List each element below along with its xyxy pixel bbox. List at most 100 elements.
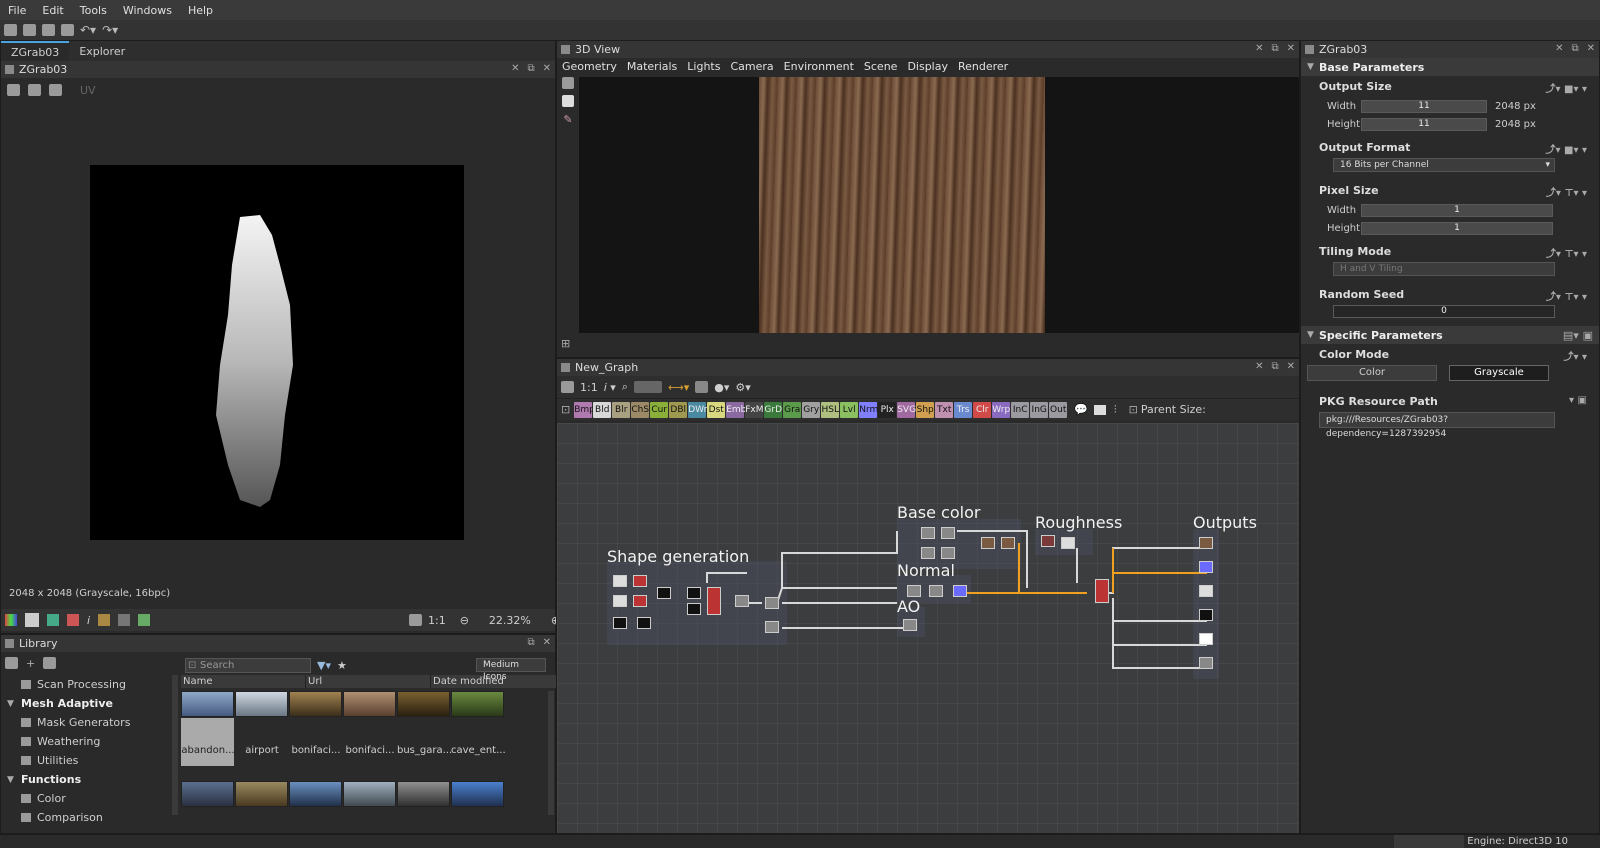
node-chip-bmp[interactable]: Bmp [574, 401, 595, 418]
thumbnail-label[interactable]: abandon... [181, 745, 235, 756]
add-icon[interactable]: + [26, 657, 35, 670]
graph-canvas[interactable]: Shape generation Base color Normal AO Ro… [557, 423, 1299, 833]
output-format-select[interactable]: 16 Bits per Channel ▾ [1333, 158, 1555, 172]
histogram-icon[interactable] [98, 614, 111, 626]
folder-icon[interactable] [5, 657, 18, 669]
document-icon[interactable] [43, 657, 57, 669]
thumbnail[interactable] [181, 781, 234, 807]
node-chip-emb[interactable]: Emb [726, 401, 746, 418]
pin-icon[interactable]: ✕ [1255, 43, 1263, 54]
link-menu-icon[interactable]: ⤴▾ ■▾ ▾ [1546, 80, 1587, 95]
grid-icon[interactable] [118, 614, 131, 626]
tree-cat-functions[interactable]: ▼ Functions [1, 770, 175, 789]
frame-icon[interactable] [633, 381, 662, 393]
preset-icon[interactable]: ▤▾ ▣ [1563, 329, 1593, 342]
settings-icon[interactable] [23, 24, 36, 36]
camera-icon[interactable] [49, 84, 62, 96]
menu-windows[interactable]: Windows [115, 4, 180, 17]
graph-zoom-ratio[interactable]: 1:1 [580, 381, 598, 394]
close-icon[interactable]: ✕ [543, 637, 551, 648]
close-icon[interactable]: ✕ [1287, 43, 1295, 54]
random-seed-slider[interactable]: 0 [1333, 305, 1555, 318]
tree-item-comparison[interactable]: Comparison [1, 808, 175, 827]
graph-node[interactable] [765, 597, 779, 609]
graph-node[interactable] [903, 619, 917, 631]
node-chip-hsl[interactable]: HSL [821, 401, 840, 418]
graph-node[interactable] [921, 527, 935, 539]
view-mode-select[interactable]: Medium Icons [476, 658, 546, 682]
thumbnail[interactable] [397, 781, 450, 807]
info-icon[interactable]: i ▾ [604, 381, 616, 394]
hand-icon[interactable] [562, 77, 574, 89]
star-icon[interactable]: ★ [337, 659, 347, 672]
link-icon[interactable]: ⊡ [561, 403, 570, 416]
menu-scene[interactable]: Scene [859, 60, 903, 73]
close-icon[interactable]: ✕ [1287, 361, 1295, 372]
undo-icon[interactable]: ↶▾ [80, 23, 96, 37]
tab-explorer[interactable]: Explorer [69, 41, 135, 61]
comment-icon[interactable]: 💬 [1074, 403, 1088, 416]
float-icon[interactable]: ⧉ [527, 63, 534, 74]
node-chip-inc[interactable]: InC [1011, 401, 1030, 418]
select-icon[interactable] [562, 95, 574, 107]
link-menu-icon[interactable]: ⤴▾ ⊤▾ ▾ [1546, 288, 1587, 303]
redo-icon[interactable]: ↷▾ [102, 23, 118, 37]
graph-node[interactable] [1199, 609, 1213, 621]
graph-node[interactable] [1199, 537, 1213, 549]
node-chip-txt[interactable]: Txt [935, 401, 954, 418]
close-icon[interactable]: ✕ [1587, 43, 1595, 54]
node-chip-dbl[interactable]: DBl [669, 401, 688, 418]
node-chip-blr[interactable]: Blr [612, 401, 631, 418]
graph-node[interactable] [633, 575, 647, 587]
node-chip-chs[interactable]: ChS [631, 401, 650, 418]
graph-node[interactable] [929, 585, 943, 597]
tree-icon[interactable]: ⊞ [561, 337, 570, 350]
output-height-slider[interactable]: 11 [1361, 117, 1487, 131]
graph-node[interactable] [981, 537, 995, 549]
pin-node-icon[interactable] [695, 381, 709, 393]
node-chip-out[interactable]: Out [1049, 401, 1068, 418]
tab-zgrab03[interactable]: ZGrab03 [1, 41, 70, 61]
menu-geometry[interactable]: Geometry [557, 60, 622, 73]
menu-camera[interactable]: Camera [725, 60, 778, 73]
copy-icon[interactable] [7, 84, 20, 96]
arrow-icon[interactable]: ⟷▾ [668, 381, 689, 394]
column-name[interactable]: Name [181, 675, 306, 688]
graph-node[interactable] [613, 575, 627, 587]
section-base-parameters[interactable]: ▼ Base Parameters [1301, 58, 1599, 76]
pin-icon[interactable]: ✕ [1255, 361, 1263, 372]
graph-node[interactable] [1199, 657, 1213, 669]
link-menu-icon[interactable]: ⤴▾ ▾ [1563, 348, 1587, 363]
thumbnail[interactable] [343, 691, 396, 717]
link-menu-icon[interactable]: ⤴▾ ⊤▾ ▾ [1546, 245, 1587, 260]
graph-node[interactable] [1199, 633, 1213, 645]
node-chip-grd[interactable]: GrD [764, 401, 783, 418]
light-icon[interactable]: ✎ [563, 113, 572, 126]
tiling-mode-select[interactable]: H and V Tiling [1333, 262, 1555, 276]
menu-lights[interactable]: Lights [682, 60, 725, 73]
graph-node[interactable] [1199, 561, 1213, 573]
open-icon[interactable] [42, 24, 55, 36]
content-scrollbar[interactable] [548, 691, 554, 815]
color-mode-grayscale-button[interactable]: Grayscale [1449, 365, 1549, 381]
node-chip-svg[interactable]: SVG [897, 401, 916, 418]
thumbnail[interactable] [289, 691, 342, 717]
graph-node[interactable] [953, 585, 967, 597]
parent-size-icon[interactable]: ⊡ [1129, 403, 1138, 416]
info-icon[interactable]: i [87, 614, 90, 627]
tree-item-mask-generators[interactable]: Mask Generators [1, 713, 175, 732]
node-chip-wrp[interactable]: Wrp [992, 401, 1011, 418]
node-chip-cur[interactable]: Cur [650, 401, 669, 418]
column-url[interactable]: Url [306, 675, 431, 688]
graph-node[interactable] [1041, 535, 1055, 547]
node-chip-plx[interactable]: Plx [878, 401, 897, 418]
pin-add-icon[interactable]: ⫶ [1114, 403, 1117, 417]
channels-icon[interactable] [5, 614, 17, 626]
graph-node[interactable] [941, 527, 955, 539]
zoom-percent[interactable]: 22.32% [489, 614, 531, 627]
viewport-3d[interactable] [579, 77, 1299, 333]
checker-icon[interactable] [25, 613, 39, 627]
graph-node[interactable] [735, 595, 749, 607]
float-icon[interactable]: ⧉ [1271, 43, 1278, 54]
library-search-input[interactable]: ⊡ Search [185, 657, 311, 673]
